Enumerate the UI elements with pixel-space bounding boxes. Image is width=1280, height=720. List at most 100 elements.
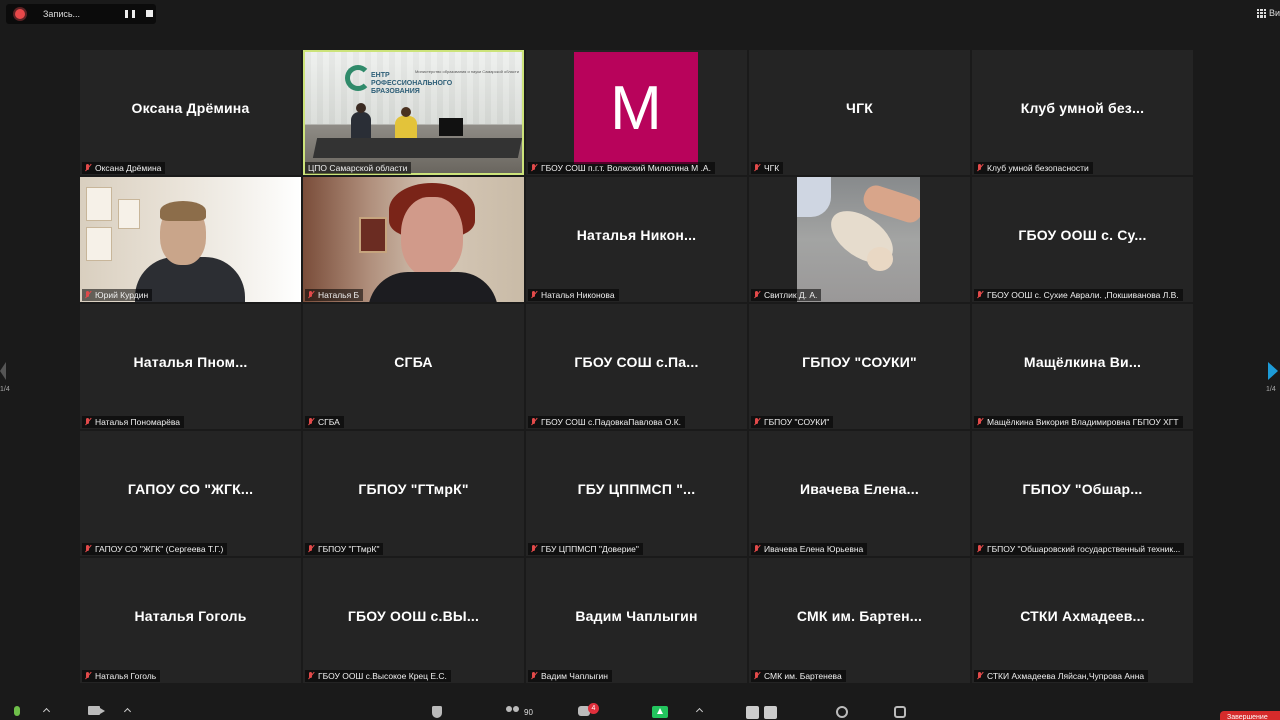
participant-tile-active-speaker[interactable]: ЕНТР РОФЕССИОНАЛЬНОГО БРАЗОВАНИЯ Министе… [303,50,524,175]
mic-muted-icon [85,672,91,680]
next-page-icon[interactable] [1268,362,1278,380]
mic-muted-icon [85,291,91,299]
participant-label: Юрий Курдин [82,289,153,301]
grid-view-icon [1256,8,1266,18]
participant-label-text: Наталья Пономарёва [95,417,180,427]
participant-label: Наталья Пономарёва [82,416,184,428]
participant-tile[interactable]: Вадим Чаплыгин Вадим Чаплыгин [526,558,747,683]
recording-label: Запись... [43,9,81,19]
participant-tile[interactable]: ГБПОУ "СОУКИ" ГБПОУ "СОУКИ" [749,304,970,429]
mic-muted-icon [531,418,537,426]
participant-label: ГБОУ СОШ с.ПадовкаПавлова О.К. [528,416,686,428]
participant-name: Вадим Чаплыгин [575,607,698,624]
pause-recording-icon[interactable] [125,10,135,18]
stop-recording-icon[interactable] [764,706,777,719]
end-meeting-button[interactable]: Завершение [1220,711,1280,720]
chevron-up-icon[interactable] [123,707,132,716]
participant-tile[interactable]: Наталья Гоголь Наталья Гоголь [80,558,301,683]
participant-tile[interactable]: Ивачева Елена... Ивачева Елена Юрьевна [749,431,970,556]
participant-name: ГБОУ ООШ с.ВЫ... [347,607,480,624]
participant-tile[interactable]: Клуб умной без... Клуб умной безопасност… [972,50,1193,175]
participant-label: Мащёлкина Викория Владимировна ГБПОУ ХГТ [974,416,1183,428]
participants-count: 90 [524,708,533,717]
banner-line-3: БРАЗОВАНИЯ [371,88,420,95]
mic-muted-icon [308,418,314,426]
mic-muted-icon [308,291,314,299]
participant-label: ЦПО Самарской области [305,162,412,174]
participant-tile[interactable]: M ГБОУ СОШ п.г.т. Волжский Милютина М .А… [526,50,747,175]
participant-tile[interactable]: СГБА СГБА [303,304,524,429]
studio-banner-text: ЕНТР РОФЕССИОНАЛЬНОГО БРАЗОВАНИЯ [371,72,452,96]
participant-tile[interactable]: ГБУ ЦППМСП "... ГБУ ЦППМСП "Доверие" [526,431,747,556]
participant-label-text: Наталья Б [318,290,360,300]
participant-tile[interactable]: Мащёлкина Ви... Мащёлкина Викория Владим… [972,304,1193,429]
participant-name: Ивачева Елена... [800,480,919,497]
participant-label-text: Свитлик Д. А. [764,290,818,300]
meeting-toolbar [0,700,1280,720]
participant-label-text: Оксана Дрёмина [95,163,162,173]
recording-icon [15,9,25,19]
participant-tile[interactable]: Свитлик Д. А. [749,177,970,302]
participant-label-text: СМК им. Бартенева [764,671,842,681]
participant-label: Клуб умной безопасности [974,162,1093,174]
participant-video [80,177,301,302]
chevron-up-icon[interactable] [695,707,704,716]
participant-label: СГБА [305,416,344,428]
security-icon[interactable] [432,706,442,718]
reactions-icon[interactable] [836,706,848,718]
participant-tile[interactable]: Наталья Б [303,177,524,302]
mic-muted-icon [977,545,983,553]
participants-icon[interactable] [506,706,520,716]
mic-muted-icon [85,418,91,426]
top-bar: Запись... Ви [0,0,1280,28]
page-indicator-left: 1/4 [0,386,10,393]
previous-page-icon[interactable] [0,362,6,380]
participant-name: ГБОУ ООШ с. Су... [1018,226,1147,243]
participant-tile[interactable]: Наталья Пном... Наталья Пономарёва [80,304,301,429]
participant-tile[interactable]: СМК им. Бартен... СМК им. Бартенева [749,558,970,683]
stop-recording-icon[interactable] [146,10,153,17]
participant-tile[interactable]: ГБОУ СОШ с.Па... ГБОУ СОШ с.ПадовкаПавло… [526,304,747,429]
participant-tile[interactable]: ГБПОУ "Обшар... ГБПОУ "Обшаровский госуд… [972,431,1193,556]
chevron-up-icon[interactable] [42,707,51,716]
participant-tile[interactable]: Наталья Никон... Наталья Никонова [526,177,747,302]
participant-tile[interactable]: ГБОУ ООШ с.ВЫ... ГБОУ ООШ с.Высокое Крец… [303,558,524,683]
participant-tile[interactable]: ЧГК ЧГК [749,50,970,175]
participant-label: ГБОУ ООШ с. Сухие Аврали. ,Покшиванова Л… [974,289,1183,301]
mic-muted-icon [85,545,91,553]
participant-tile[interactable]: СТКИ Ахмадеев... СТКИ Ахмадеева Ляйсан,Ч… [972,558,1193,683]
apps-icon[interactable] [894,706,906,718]
participant-tile[interactable]: Оксана Дрёмина Оксана Дрёмина [80,50,301,175]
mic-muted-icon [308,545,314,553]
mic-muted-icon [977,164,983,172]
camera-icon[interactable] [88,706,105,715]
participant-tile[interactable]: Юрий Курдин [80,177,301,302]
participant-label: ГБПОУ "СОУКИ" [751,416,834,428]
pause-recording-icon[interactable] [746,706,759,719]
participant-tile[interactable]: ГБОУ ООШ с. Су... ГБОУ ООШ с. Сухие Авра… [972,177,1193,302]
participant-label: ЧГК [751,162,784,174]
participant-label-text: Юрий Курдин [95,290,149,300]
video-object [797,177,831,217]
monitor-icon [439,118,463,136]
studio-banner-small: Министерство образования и науки Самарск… [415,69,519,74]
microphone-icon[interactable] [14,706,20,716]
share-screen-icon[interactable] [652,706,668,718]
wall-picture [359,217,387,253]
participant-tile[interactable]: ГБПОУ "ГТмрК" ГБПОУ "ГТмрК" [303,431,524,556]
participant-name: СМК им. Бартен... [796,607,923,624]
avatar: M [574,52,698,164]
view-button[interactable]: Ви [1256,8,1280,18]
mic-muted-icon [308,672,314,680]
participant-name: Мащёлкина Ви... [1023,353,1142,370]
wall-certificate [86,227,112,261]
participant-label-text: ГАПОУ СО "ЖГК" (Сергеева Т.Г.) [95,544,224,554]
cat-figure [867,247,893,271]
chat-badge: 4 [588,703,599,714]
participant-name: ГАПОУ СО "ЖГК... [127,480,254,497]
participant-gallery: Оксана Дрёмина Оксана Дрёмина ЕНТР РОФЕС… [80,50,1196,688]
desk [312,138,522,158]
participant-name: Оксана Дрёмина [131,99,250,116]
participant-tile[interactable]: ГАПОУ СО "ЖГК... ГАПОУ СО "ЖГК" (Сергеев… [80,431,301,556]
participant-name: ГБОУ СОШ с.Па... [574,353,699,370]
